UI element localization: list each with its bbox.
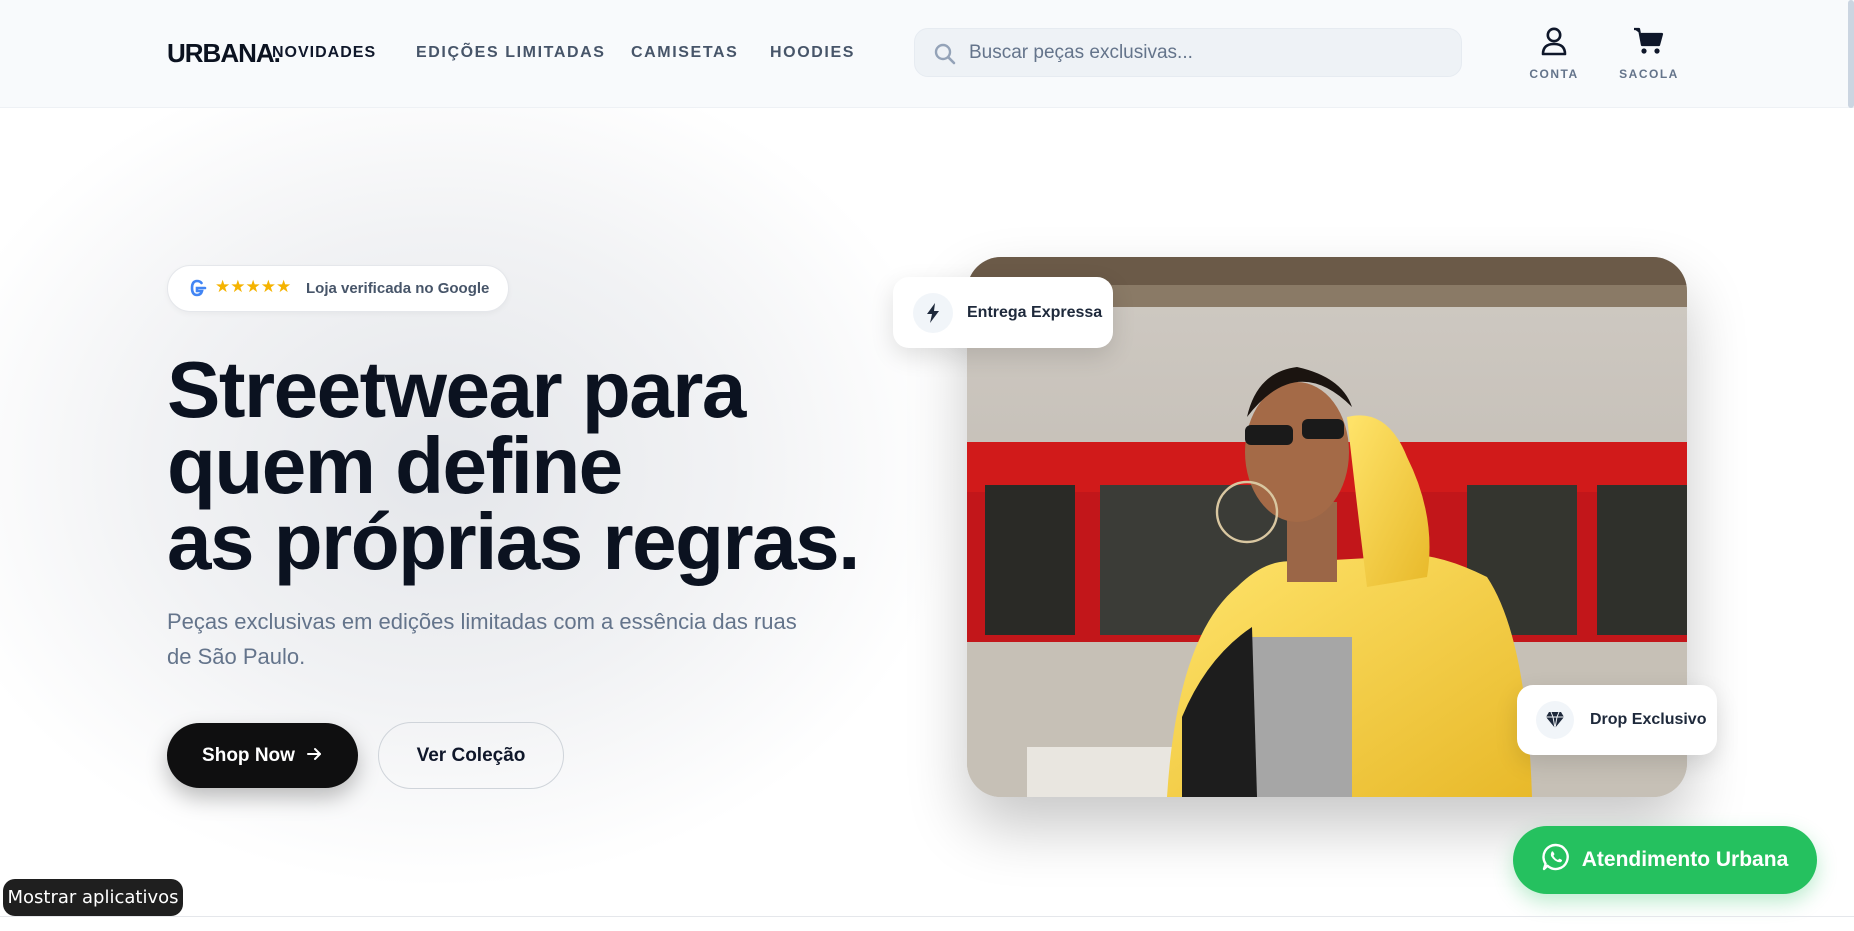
show-apps-button[interactable]: Mostrar aplicativos	[3, 879, 183, 916]
gem-icon	[1536, 701, 1574, 739]
cart-icon	[1633, 27, 1665, 60]
account-label: CONTA	[1529, 67, 1579, 81]
headline-line-1: Streetwear para	[167, 345, 746, 434]
headline-line-3: as próprias regras.	[167, 497, 860, 586]
lightning-icon	[913, 292, 953, 333]
nav-hoodies[interactable]: HOODIES	[770, 44, 855, 62]
express-delivery-text: Entrega Expressa	[967, 303, 1103, 321]
scrollbar[interactable]	[1848, 0, 1854, 108]
search-input[interactable]	[969, 29, 1449, 76]
page: URBANA. NOVIDADES EDIÇÕES LIMITADAS CAMI…	[0, 0, 1854, 931]
arrow-right-icon	[306, 745, 323, 767]
whatsapp-label: Atendimento Urbana	[1581, 848, 1789, 871]
account-button[interactable]: CONTA	[1519, 26, 1589, 81]
exclusive-drop-text: Drop Exclusivo	[1590, 711, 1707, 728]
google-verified-badge: ★★★★★ Loja verificada no Google	[167, 265, 509, 312]
hero-subtitle: Peças exclusivas em edições limitadas co…	[167, 609, 797, 669]
nav-camisetas[interactable]: CAMISETAS	[631, 44, 738, 62]
hero-headline: Streetwear para quem define as próprias …	[167, 345, 860, 586]
nav-novidades[interactable]: NOVIDADES	[272, 44, 376, 62]
nav-edicoes-limitadas[interactable]: EDIÇÕES LIMITADAS	[416, 44, 606, 62]
divider	[0, 916, 1854, 917]
search-icon	[933, 42, 957, 66]
rating-stars: ★★★★★	[215, 277, 292, 296]
ver-colecao-button[interactable]: Ver Coleção	[378, 722, 564, 789]
headline-line-2: quem define	[167, 421, 623, 510]
site-header: URBANA. NOVIDADES EDIÇÕES LIMITADAS CAMI…	[0, 0, 1854, 108]
user-icon	[1540, 27, 1568, 60]
exclusive-drop-card: Drop Exclusivo	[1517, 685, 1717, 755]
brand-logo[interactable]: URBANA.	[167, 38, 281, 69]
whatsapp-support-button[interactable]: Atendimento Urbana	[1513, 826, 1817, 894]
search-bar	[914, 28, 1462, 77]
bag-button[interactable]: SACOLA	[1614, 26, 1684, 81]
google-icon	[187, 277, 207, 304]
shop-now-button[interactable]: Shop Now	[167, 723, 358, 788]
shop-now-label: Shop Now	[202, 744, 295, 766]
bag-label: SACOLA	[1619, 67, 1679, 81]
whatsapp-icon	[1542, 843, 1570, 877]
express-delivery-card: Entrega Expressa	[893, 277, 1113, 348]
badge-text: Loja verificada no Google	[306, 280, 490, 297]
